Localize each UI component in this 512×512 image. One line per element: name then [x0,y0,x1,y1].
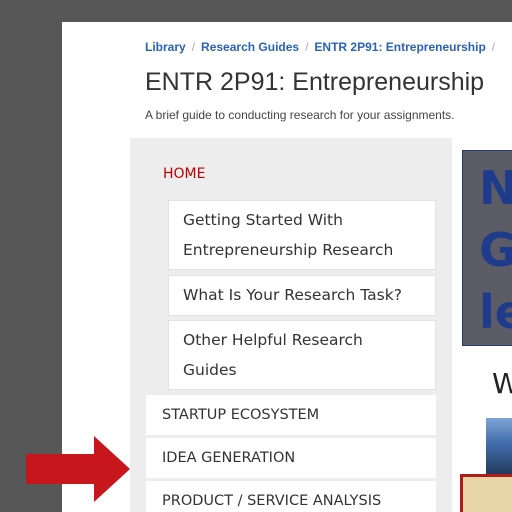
guide-nav-sidebar: HOME Getting Started With Entrepreneursh… [130,138,452,512]
nav-item-idea-generation[interactable]: IDEA GENERATION [146,438,436,478]
content-banner: N G le [462,150,512,346]
nav-item-startup-ecosystem[interactable]: STARTUP ECOSYSTEM [146,395,436,435]
banner-line: N [479,157,512,219]
breadcrumb-research-guides[interactable]: Research Guides [201,40,299,54]
content-image [486,418,512,478]
page-subtitle: A brief guide to conducting research for… [145,108,455,122]
banner-line: G [479,219,512,281]
breadcrumb-library[interactable]: Library [145,40,186,54]
breadcrumb: Library / Research Guides / ENTR 2P91: Entre… [145,40,501,54]
breadcrumb-current-guide[interactable]: ENTR 2P91: Entrepreneurship [314,40,485,54]
nav-item-home[interactable]: HOME [163,166,205,182]
breadcrumb-separator: / [191,40,196,54]
nav-subitem-helpful-guides[interactable]: Other Helpful Research Guides [168,320,436,390]
nav-subitem-research-task[interactable]: What Is Your Research Task? [168,275,436,316]
banner-line: le [479,285,512,339]
page-title: ENTR 2P91: Entrepreneurship [145,68,485,96]
breadcrumb-separator: / [491,40,496,54]
breadcrumb-separator: / [305,40,309,54]
content-heading: W [492,367,512,400]
highlighted-image [460,474,512,512]
red-arrow-icon [26,436,130,502]
banner-text: N G le [479,157,512,343]
nav-item-product-service-analysis[interactable]: PRODUCT / SERVICE ANALYSIS [146,481,436,512]
nav-subitem-getting-started[interactable]: Getting Started With Entrepreneurship Re… [168,200,436,270]
